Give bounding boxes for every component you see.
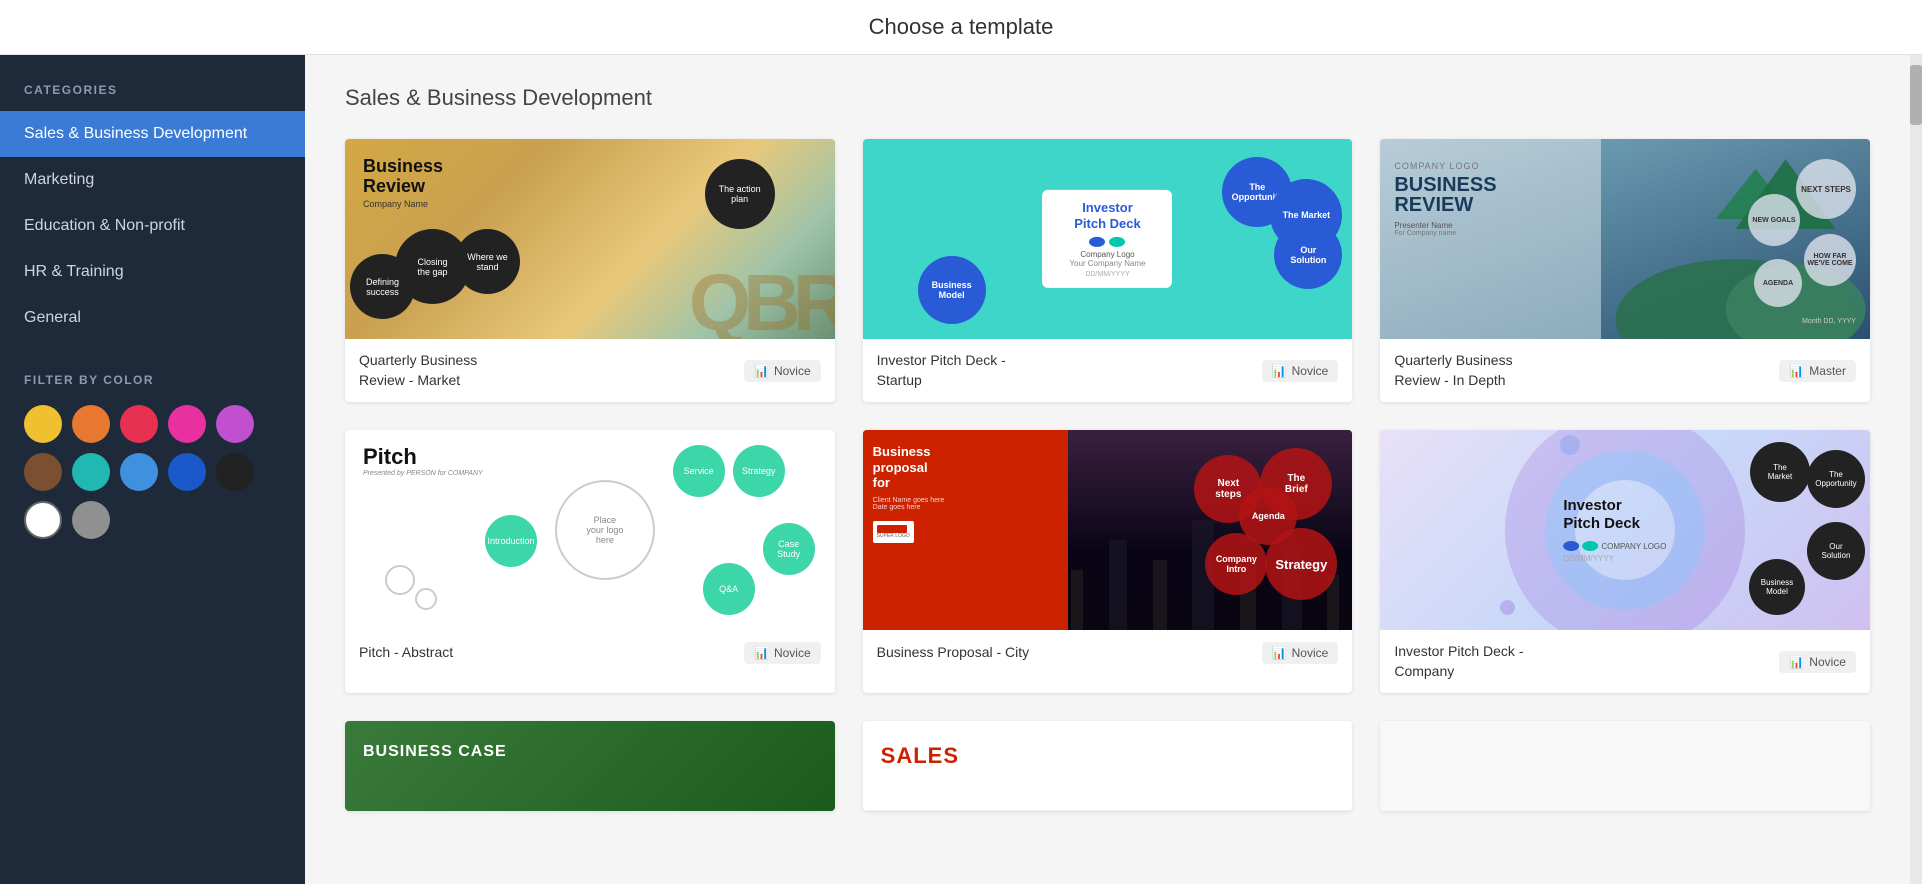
- template-name-qbr-market: Quarterly BusinessReview - Market: [359, 351, 477, 390]
- template-info-qbr-market: Quarterly BusinessReview - Market 📊 Novi…: [345, 339, 835, 402]
- filter-label: FILTER BY COLOR: [24, 373, 281, 387]
- thumbnail-investor-company: InvestorPitch Deck COMPANY LOGO DD/MM/YY…: [1380, 430, 1870, 630]
- bar-chart-icon-5: 📊: [1272, 646, 1287, 660]
- sidebar: CATEGORIES Sales & Business Development …: [0, 55, 305, 884]
- bar-chart-icon-3: 📊: [1789, 364, 1804, 378]
- categories-label: CATEGORIES: [0, 55, 305, 111]
- template-info-investor-company: Investor Pitch Deck -Company 📊 Novice: [1380, 630, 1870, 693]
- color-swatch-pink[interactable]: [168, 405, 206, 443]
- header: Choose a template: [0, 0, 1922, 55]
- template-info-investor-startup: Investor Pitch Deck -Startup 📊 Novice: [863, 339, 1353, 402]
- color-swatch-white[interactable]: [24, 501, 62, 539]
- template-card-investor-startup[interactable]: InvestorPitch Deck Company Logo Your Com…: [863, 139, 1353, 402]
- color-swatch-black[interactable]: [216, 453, 254, 491]
- template-info-qbr-depth: Quarterly BusinessReview - In Depth 📊 Ma…: [1380, 339, 1870, 402]
- color-swatch-teal[interactable]: [72, 453, 110, 491]
- template-name-biz-proposal: Business Proposal - City: [877, 643, 1030, 663]
- template-name-pitch-abstract: Pitch - Abstract: [359, 643, 453, 663]
- thumbnail-qbr-depth: COMPANY LOGO BUSINESSREVIEW Presenter Na…: [1380, 139, 1870, 339]
- color-swatch-yellow[interactable]: [24, 405, 62, 443]
- badge-investor-company: 📊 Novice: [1779, 651, 1856, 673]
- thumbnail-biz-proposal: Businessproposalfor Client Name goes her…: [863, 430, 1353, 630]
- bar-chart-icon-2: 📊: [1272, 364, 1287, 378]
- page-title: Choose a template: [869, 14, 1054, 40]
- template-name-investor-startup: Investor Pitch Deck -Startup: [877, 351, 1006, 390]
- template-card-biz-case[interactable]: BUSINESS CASE: [345, 721, 835, 811]
- template-info-pitch-abstract: Pitch - Abstract 📊 Novice: [345, 630, 835, 676]
- scrollbar-thumb[interactable]: [1910, 65, 1922, 125]
- thumbnail-qbr-market: BusinessReview Company Name QBR The acti…: [345, 139, 835, 339]
- thumbnail-pitch-abstract: Pitch Presented by PERSON for COMPANY Pl…: [345, 430, 835, 630]
- template-card-qbr-depth[interactable]: COMPANY LOGO BUSINESSREVIEW Presenter Na…: [1380, 139, 1870, 402]
- main-layout: CATEGORIES Sales & Business Development …: [0, 55, 1922, 884]
- color-swatch-light-blue[interactable]: [120, 453, 158, 491]
- badge-pitch-abstract: 📊 Novice: [744, 642, 821, 664]
- badge-biz-proposal: 📊 Novice: [1262, 642, 1339, 664]
- bar-chart-icon: 📊: [754, 364, 769, 378]
- template-name-qbr-depth: Quarterly BusinessReview - In Depth: [1394, 351, 1512, 390]
- badge-qbr-depth: 📊 Master: [1779, 360, 1856, 382]
- template-grid: BusinessReview Company Name QBR The acti…: [345, 139, 1870, 693]
- color-swatch-gray[interactable]: [72, 501, 110, 539]
- sidebar-item-sales[interactable]: Sales & Business Development: [0, 111, 305, 157]
- bar-chart-icon-6: 📊: [1789, 655, 1804, 669]
- template-info-biz-proposal: Business Proposal - City 📊 Novice: [863, 630, 1353, 676]
- color-swatch-dark-blue[interactable]: [168, 453, 206, 491]
- sidebar-item-marketing[interactable]: Marketing: [0, 157, 305, 203]
- depth-bg: COMPANY LOGO BUSINESSREVIEW Presenter Na…: [1380, 139, 1870, 339]
- partial-row: BUSINESS CASE SALES: [345, 721, 1870, 811]
- color-swatch-red[interactable]: [120, 405, 158, 443]
- template-card-pitch-abstract[interactable]: Pitch Presented by PERSON for COMPANY Pl…: [345, 430, 835, 693]
- sidebar-item-hr[interactable]: HR & Training: [0, 249, 305, 295]
- section-title: Sales & Business Development: [345, 85, 1870, 111]
- template-card-white-partial[interactable]: [1380, 721, 1870, 811]
- color-swatch-purple[interactable]: [216, 405, 254, 443]
- badge-investor-startup: 📊 Novice: [1262, 360, 1339, 382]
- filter-section: FILTER BY COLOR: [0, 341, 305, 563]
- badge-qbr-market: 📊 Novice: [744, 360, 821, 382]
- template-name-investor-company: Investor Pitch Deck -Company: [1394, 642, 1523, 681]
- color-grid: [24, 405, 281, 539]
- sidebar-item-education[interactable]: Education & Non-profit: [0, 203, 305, 249]
- scrollbar-track[interactable]: [1910, 55, 1922, 884]
- content-area: Sales & Business Development BusinessRev…: [305, 55, 1910, 884]
- template-card-investor-company[interactable]: InvestorPitch Deck COMPANY LOGO DD/MM/YY…: [1380, 430, 1870, 693]
- bar-chart-icon-4: 📊: [754, 646, 769, 660]
- color-swatch-orange[interactable]: [72, 405, 110, 443]
- template-card-sales[interactable]: SALES: [863, 721, 1353, 811]
- color-swatch-brown[interactable]: [24, 453, 62, 491]
- thumbnail-investor-startup: InvestorPitch Deck Company Logo Your Com…: [863, 139, 1353, 339]
- sidebar-item-general[interactable]: General: [0, 295, 305, 341]
- template-card-biz-proposal[interactable]: Businessproposalfor Client Name goes her…: [863, 430, 1353, 693]
- template-card-qbr-market[interactable]: BusinessReview Company Name QBR The acti…: [345, 139, 835, 402]
